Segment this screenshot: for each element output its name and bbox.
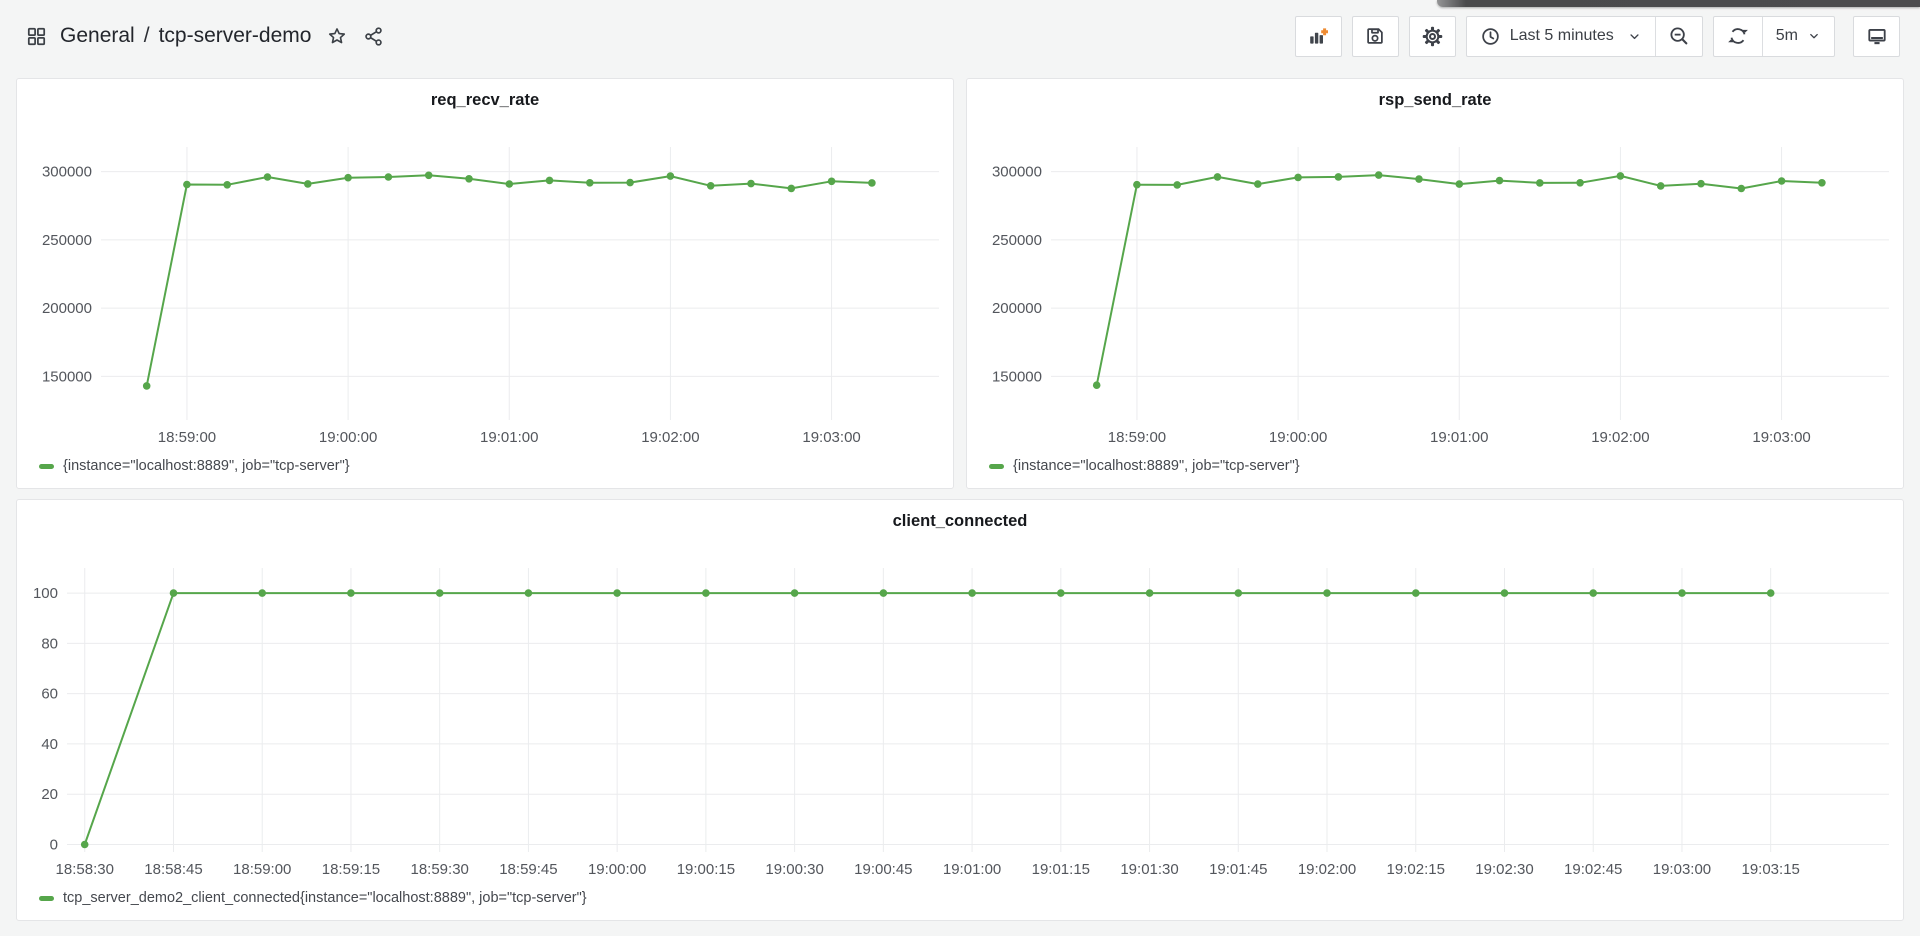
svg-text:80: 80 [41, 635, 58, 652]
chart-rsp-send-rate[interactable]: 150000 200000 250000 300000 18:59:00 19:00:00… [967, 147, 1903, 454]
refresh-group: 5m [1713, 16, 1835, 57]
breadcrumb: General / tcp-server-demo [26, 24, 384, 48]
svg-text:18:59:00: 18:59:00 [233, 861, 291, 878]
breadcrumb-dashboard[interactable]: tcp-server-demo [159, 24, 312, 48]
svg-text:0: 0 [50, 836, 58, 853]
svg-text:18:59:00: 18:59:00 [158, 429, 216, 446]
svg-text:19:01:30: 19:01:30 [1120, 861, 1178, 878]
svg-text:19:03:00: 19:03:00 [1653, 861, 1711, 878]
dashboard-settings-button[interactable] [1409, 16, 1456, 57]
add-panel-button[interactable] [1295, 16, 1342, 57]
panel-req-recv-rate: req_recv_rate 150000 200000 250000 300000 18… [16, 78, 954, 489]
breadcrumb-separator: / [144, 24, 150, 48]
clock-icon [1480, 26, 1501, 47]
time-picker-group: Last 5 minutes [1466, 16, 1703, 57]
svg-text:18:58:30: 18:58:30 [56, 861, 114, 878]
dashboard-toolbar: Last 5 minutes [1285, 16, 1900, 57]
refresh-interval-label: 5m [1776, 27, 1798, 45]
svg-text:19:01:45: 19:01:45 [1209, 861, 1267, 878]
svg-text:250000: 250000 [992, 232, 1042, 249]
chevron-down-icon [1807, 29, 1821, 43]
legend: {instance="localhost:8889", job="tcp-ser… [967, 454, 1903, 488]
svg-text:300000: 300000 [42, 164, 92, 181]
kiosk-icon [1866, 25, 1888, 47]
svg-text:19:02:15: 19:02:15 [1387, 861, 1445, 878]
svg-text:19:02:00: 19:02:00 [641, 429, 699, 446]
svg-text:19:03:15: 19:03:15 [1741, 861, 1799, 878]
panel-title[interactable]: client_connected [17, 500, 1903, 530]
svg-text:19:00:00: 19:00:00 [319, 429, 377, 446]
svg-text:18:59:00: 18:59:00 [1108, 429, 1166, 446]
svg-text:250000: 250000 [42, 232, 92, 249]
svg-text:19:02:30: 19:02:30 [1475, 861, 1533, 878]
svg-text:19:03:00: 19:03:00 [1752, 429, 1810, 446]
svg-text:19:00:30: 19:00:30 [765, 861, 823, 878]
svg-text:100: 100 [33, 585, 58, 602]
dashboard-grid: req_recv_rate 150000 200000 250000 300000 18… [0, 78, 1920, 921]
svg-text:19:03:00: 19:03:00 [802, 429, 860, 446]
svg-text:19:01:00: 19:01:00 [943, 861, 1001, 878]
panel-client-connected: client_connected 0 20 40 60 80 100 18:58:30 18:… [16, 499, 1904, 921]
svg-text:19:01:15: 19:01:15 [1032, 861, 1090, 878]
chart-req-recv-rate[interactable]: 150000 200000 250000 300000 18:59:00 19:00:00… [17, 147, 953, 454]
refresh-interval-button[interactable]: 5m [1762, 17, 1834, 56]
chart-client-connected[interactable]: 0 20 40 60 80 100 18:58:30 18:58:45 18:59:00 18:5… [17, 568, 1903, 886]
svg-text:200000: 200000 [42, 300, 92, 317]
legend-swatch [39, 464, 54, 469]
zoom-out-icon [1668, 25, 1690, 47]
svg-text:19:00:00: 19:00:00 [1269, 429, 1327, 446]
share-dashboard-button[interactable] [363, 26, 384, 47]
svg-text:19:00:45: 19:00:45 [854, 861, 912, 878]
legend-swatch [989, 464, 1004, 469]
zoom-out-button[interactable] [1655, 17, 1702, 56]
save-dashboard-button[interactable] [1352, 16, 1399, 57]
svg-text:19:00:00: 19:00:00 [588, 861, 646, 878]
svg-text:18:59:15: 18:59:15 [322, 861, 380, 878]
svg-text:19:00:15: 19:00:15 [677, 861, 735, 878]
svg-text:150000: 150000 [42, 368, 92, 385]
dashboard-header: General / tcp-server-demo [0, 0, 1920, 78]
svg-text:19:01:00: 19:01:00 [1430, 429, 1488, 446]
svg-text:18:59:30: 18:59:30 [410, 861, 468, 878]
svg-text:60: 60 [41, 686, 58, 703]
svg-text:19:02:00: 19:02:00 [1591, 429, 1649, 446]
star-dashboard-button[interactable] [326, 25, 348, 47]
legend-label[interactable]: {instance="localhost:8889", job="tcp-ser… [1013, 458, 1300, 474]
panel-title[interactable]: req_recv_rate [17, 79, 953, 109]
legend-swatch [39, 896, 54, 901]
share-icon [363, 26, 384, 47]
svg-text:300000: 300000 [992, 164, 1042, 181]
svg-text:20: 20 [41, 786, 58, 803]
svg-text:18:59:45: 18:59:45 [499, 861, 557, 878]
breadcrumb-folder[interactable]: General [60, 24, 135, 48]
time-range-label: Last 5 minutes [1510, 27, 1614, 45]
svg-text:19:01:00: 19:01:00 [480, 429, 538, 446]
kiosk-mode-button[interactable] [1853, 16, 1900, 57]
add-panel-icon [1306, 24, 1330, 48]
refresh-icon [1727, 25, 1749, 47]
legend: {instance="localhost:8889", job="tcp-ser… [17, 454, 953, 488]
save-icon [1364, 25, 1386, 47]
chevron-down-icon [1627, 29, 1642, 44]
settings-icon [1421, 25, 1444, 48]
legend: tcp_server_demo2_client_connected{instan… [17, 886, 1903, 920]
panel-title[interactable]: rsp_send_rate [967, 79, 1903, 109]
svg-text:19:02:00: 19:02:00 [1298, 861, 1356, 878]
refresh-button[interactable] [1714, 17, 1762, 56]
svg-text:200000: 200000 [992, 300, 1042, 317]
svg-text:150000: 150000 [992, 368, 1042, 385]
svg-text:19:02:45: 19:02:45 [1564, 861, 1622, 878]
time-range-button[interactable]: Last 5 minutes [1467, 17, 1655, 56]
top-overlay-bar [1437, 0, 1920, 7]
svg-text:18:58:45: 18:58:45 [144, 861, 202, 878]
apps-grid-icon[interactable] [26, 26, 47, 47]
svg-text:40: 40 [41, 736, 58, 753]
star-icon [326, 25, 348, 47]
legend-label[interactable]: tcp_server_demo2_client_connected{instan… [63, 890, 587, 906]
panel-rsp-send-rate: rsp_send_rate 150000 200000 250000 300000 18… [966, 78, 1904, 489]
legend-label[interactable]: {instance="localhost:8889", job="tcp-ser… [63, 458, 350, 474]
